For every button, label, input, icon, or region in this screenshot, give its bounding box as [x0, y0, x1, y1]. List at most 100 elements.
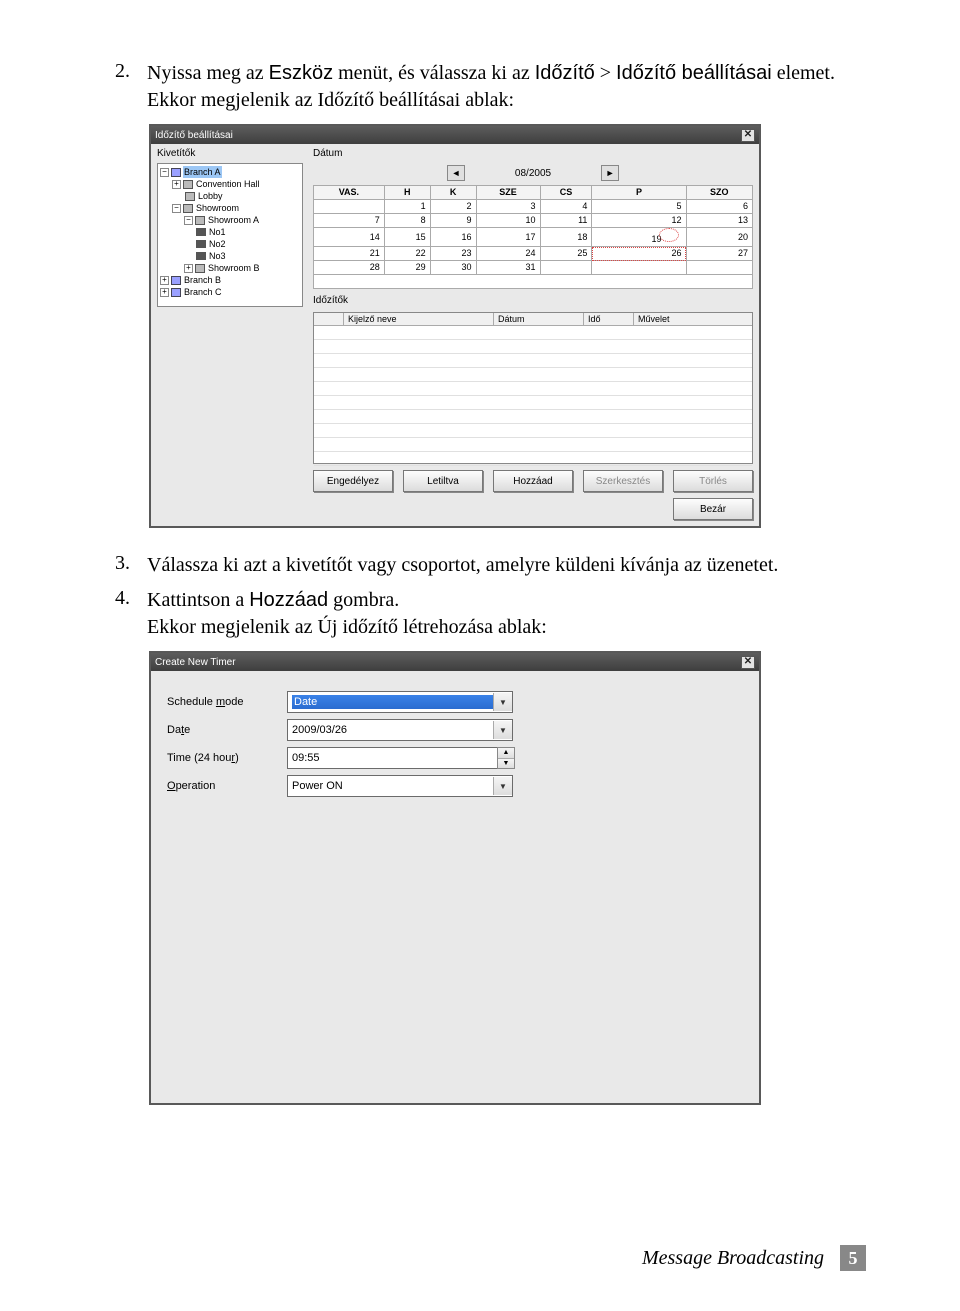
- projectors-tree[interactable]: −Branch A +Convention Hall Lobby −Showro…: [157, 163, 303, 307]
- enable-button[interactable]: Engedélyez: [313, 470, 393, 492]
- day-head: SZE: [476, 186, 540, 200]
- title-bar: Create New Timer ✕: [151, 653, 759, 671]
- chevron-down-icon[interactable]: ▼: [493, 721, 512, 739]
- cal-cell[interactable]: 17: [476, 228, 540, 247]
- day-head: H: [384, 186, 430, 200]
- col-name: Kijelző neve: [344, 313, 494, 325]
- cal-cell-today[interactable]: 19: [592, 228, 686, 247]
- cal-cell[interactable]: 18: [540, 228, 592, 247]
- cal-cell[interactable]: 16: [430, 228, 476, 247]
- month-nav: ◄ 08/2005 ►: [313, 165, 753, 181]
- cal-cell[interactable]: 2: [430, 200, 476, 214]
- tree-showroom[interactable]: −Showroom: [160, 202, 300, 214]
- tree-branch-a[interactable]: −Branch A: [160, 166, 300, 178]
- day-head: VAS.: [314, 186, 385, 200]
- day-head: CS: [540, 186, 592, 200]
- label-time: Time (24 hour): [167, 752, 287, 764]
- delete-button[interactable]: Törlés: [673, 470, 753, 492]
- operation-value: Power ON: [292, 780, 493, 792]
- spinner-down-icon[interactable]: ▼: [498, 759, 514, 769]
- timers-head: Kijelző neve Dátum Idő Művelet: [314, 313, 752, 326]
- cal-cell[interactable]: 20: [686, 228, 752, 247]
- cal-cell[interactable]: 25: [540, 247, 592, 261]
- cal-cell[interactable]: [314, 200, 385, 214]
- tree-branch-b[interactable]: +Branch B: [160, 274, 300, 286]
- cal-cell[interactable]: 10: [476, 214, 540, 228]
- cal-cell[interactable]: 12: [592, 214, 686, 228]
- tree-no1[interactable]: No1: [160, 226, 300, 238]
- cal-cell[interactable]: 1: [384, 200, 430, 214]
- disable-button[interactable]: Letiltva: [403, 470, 483, 492]
- cal-cell[interactable]: 4: [540, 200, 592, 214]
- col-date: Dátum: [494, 313, 584, 325]
- add-button[interactable]: Hozzáad: [493, 470, 573, 492]
- cal-cell[interactable]: 28: [314, 261, 385, 275]
- edit-button[interactable]: Szerkesztés: [583, 470, 663, 492]
- label-schedule-mode: Schedule mode: [167, 696, 287, 708]
- button-row: Engedélyez Letiltva Hozzáad Szerkesztés …: [313, 470, 753, 492]
- cal-cell[interactable]: 22: [384, 247, 430, 261]
- cal-cell[interactable]: 30: [430, 261, 476, 275]
- cal-cell: [314, 275, 753, 289]
- label-date: Date: [167, 724, 287, 736]
- step-3-num: 3.: [115, 552, 147, 579]
- prev-month-button[interactable]: ◄: [447, 165, 465, 181]
- cal-cell[interactable]: 27: [686, 247, 752, 261]
- tree-lobby[interactable]: Lobby: [160, 190, 300, 202]
- calendar[interactable]: VAS. H K SZE CS P SZO 1 2 3 4 5 6: [313, 185, 753, 289]
- cal-cell[interactable]: [592, 261, 686, 275]
- row-schedule-mode: Schedule mode Date ▼: [167, 691, 743, 713]
- tree-convention-hall[interactable]: +Convention Hall: [160, 178, 300, 190]
- tree-showroom-b[interactable]: +Showroom B: [160, 262, 300, 274]
- cal-cell[interactable]: 5: [592, 200, 686, 214]
- row-date: Date 2009/03/26 ▼: [167, 719, 743, 741]
- chevron-down-icon[interactable]: ▼: [493, 693, 512, 711]
- cal-cell[interactable]: 31: [476, 261, 540, 275]
- timer-settings-window: Időzítő beállításai ✕ Kivetítők −Branch …: [149, 124, 761, 528]
- close-button[interactable]: Bezár: [673, 498, 753, 520]
- cal-cell[interactable]: 13: [686, 214, 752, 228]
- chevron-down-icon[interactable]: ▼: [493, 777, 512, 795]
- step-2-num: 2.: [115, 60, 147, 114]
- cal-cell[interactable]: [686, 261, 752, 275]
- cal-cell[interactable]: [540, 261, 592, 275]
- tree-branch-c[interactable]: +Branch C: [160, 286, 300, 298]
- window-title: Create New Timer: [155, 657, 236, 668]
- schedule-mode-dropdown[interactable]: Date ▼: [287, 691, 513, 713]
- spinner-up-icon[interactable]: ▲: [498, 748, 514, 759]
- cal-cell[interactable]: 8: [384, 214, 430, 228]
- cal-cell[interactable]: 7: [314, 214, 385, 228]
- button-row-2: Bezár: [313, 498, 753, 520]
- cal-cell[interactable]: 3: [476, 200, 540, 214]
- projectors-panel: Kivetítők −Branch A +Convention Hall Lob…: [157, 148, 303, 520]
- cal-cell[interactable]: 6: [686, 200, 752, 214]
- step-2-text: Nyissa meg az Eszköz menüt, és válassza …: [147, 60, 870, 114]
- step-2: 2. Nyissa meg az Eszköz menüt, és válass…: [115, 60, 870, 114]
- cal-cell[interactable]: 14: [314, 228, 385, 247]
- cal-cell[interactable]: 24: [476, 247, 540, 261]
- time-input[interactable]: 09:55: [287, 747, 498, 769]
- tree-no3[interactable]: No3: [160, 250, 300, 262]
- close-icon[interactable]: ✕: [741, 129, 755, 142]
- step-3-text: Válassza ki azt a kivetítőt vagy csoport…: [147, 552, 870, 579]
- tree-showroom-a[interactable]: −Showroom A: [160, 214, 300, 226]
- cal-cell[interactable]: 15: [384, 228, 430, 247]
- cal-cell[interactable]: 29: [384, 261, 430, 275]
- col-op: Művelet: [634, 313, 752, 325]
- cal-cell[interactable]: 23: [430, 247, 476, 261]
- form: Schedule mode Date ▼ Date 2009/03/26 ▼ T…: [151, 671, 759, 1103]
- close-icon[interactable]: ✕: [741, 656, 755, 669]
- cal-cell[interactable]: 11: [540, 214, 592, 228]
- cal-cell-selected[interactable]: 26: [592, 247, 686, 261]
- cal-cell[interactable]: 9: [430, 214, 476, 228]
- tree-no2[interactable]: No2: [160, 238, 300, 250]
- cal-cell[interactable]: 21: [314, 247, 385, 261]
- time-spinner[interactable]: ▲ ▼: [497, 747, 515, 769]
- timers-list[interactable]: Kijelző neve Dátum Idő Művelet: [313, 312, 753, 464]
- next-month-button[interactable]: ►: [601, 165, 619, 181]
- date-dropdown[interactable]: 2009/03/26 ▼: [287, 719, 513, 741]
- operation-dropdown[interactable]: Power ON ▼: [287, 775, 513, 797]
- day-head: P: [592, 186, 686, 200]
- row-time: Time (24 hour) 09:55 ▲ ▼: [167, 747, 743, 769]
- schedule-mode-value: Date: [292, 695, 493, 709]
